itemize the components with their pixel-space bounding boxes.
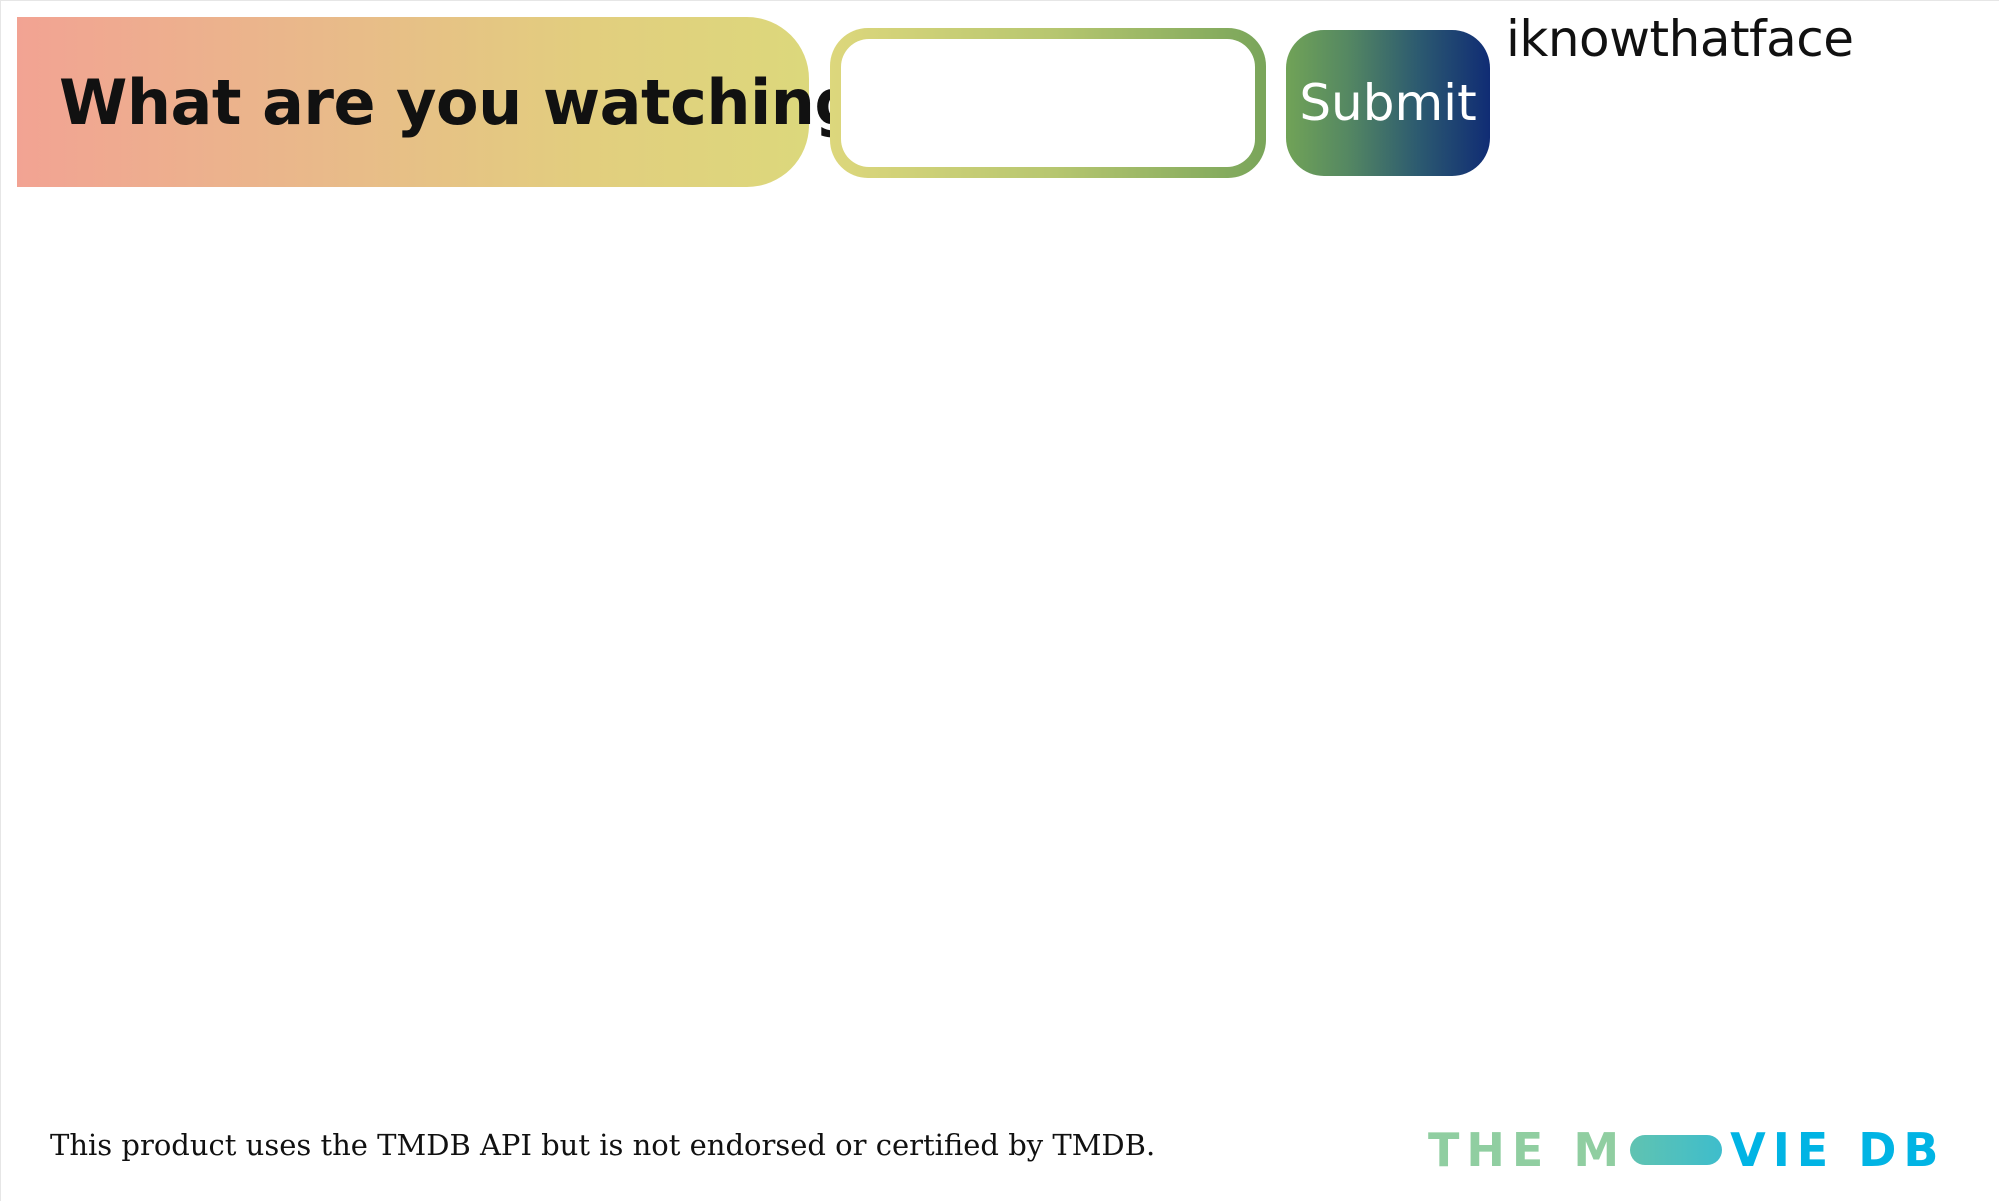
page-left-border — [0, 0, 1, 1201]
question-label: What are you watching? — [59, 65, 894, 139]
question-banner: What are you watching? — [17, 17, 894, 187]
page-top-border — [0, 0, 1999, 1]
submit-button[interactable]: Submit — [1286, 30, 1490, 176]
search-input[interactable] — [841, 39, 1255, 167]
tmdb-disclaimer: This product uses the TMDB API but is no… — [50, 1128, 1156, 1162]
pill-icon — [1630, 1135, 1723, 1165]
tmdb-logo-text-end: VIE DB — [1730, 1123, 1946, 1177]
tmdb-logo-text-start: THE M — [1428, 1123, 1627, 1177]
search-field-frame — [830, 28, 1266, 178]
tmdb-logo[interactable]: THE M VIE DB — [1428, 1123, 1946, 1177]
brand-name: iknowthatface — [1506, 10, 1854, 68]
